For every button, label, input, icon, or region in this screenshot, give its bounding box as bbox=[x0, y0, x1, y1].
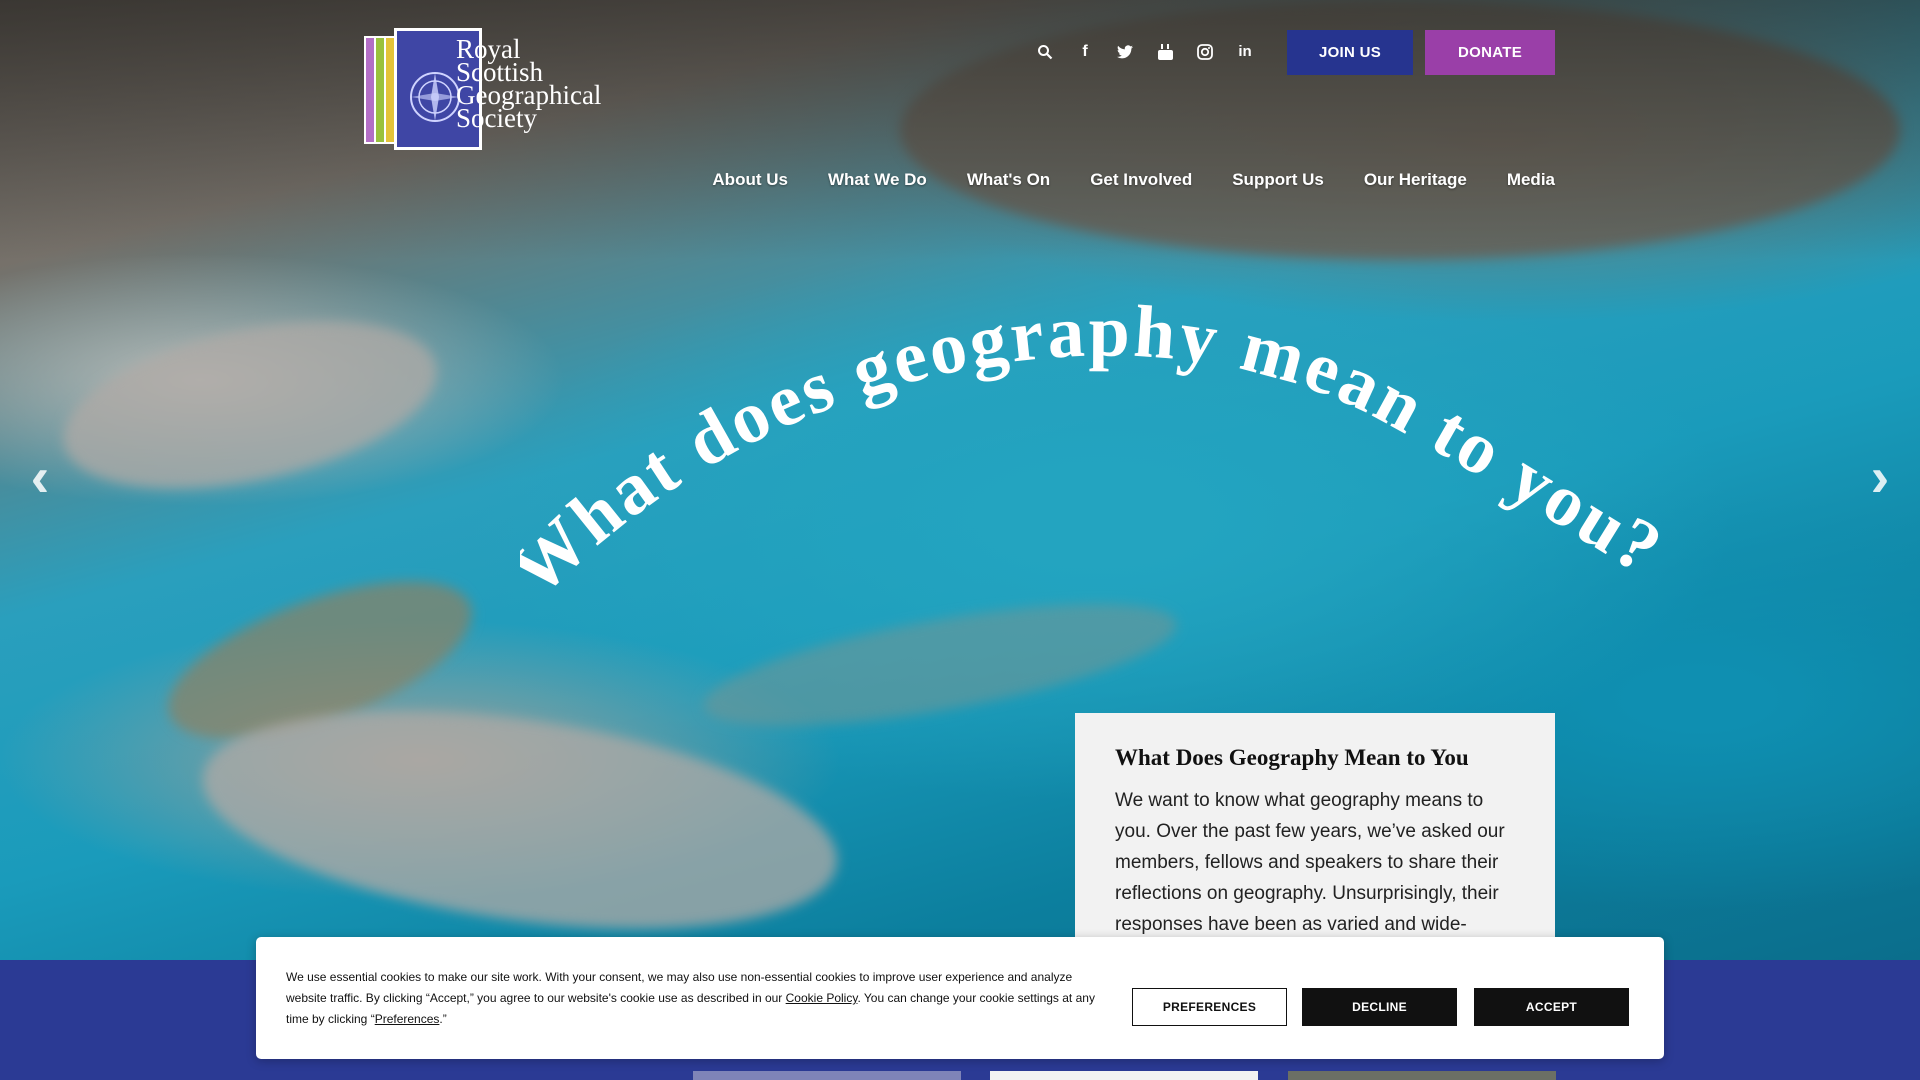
cookie-message: We use essential cookies to make our sit… bbox=[286, 967, 1116, 1030]
nav-our-heritage[interactable]: Our Heritage bbox=[1364, 170, 1467, 190]
cookie-text-end: .” bbox=[439, 1012, 447, 1026]
hero-headline-text: What does geography mean to you? bbox=[520, 300, 1674, 612]
instagram-icon[interactable] bbox=[1194, 40, 1216, 64]
svg-text:What does geography mean to yo: What does geography mean to you? bbox=[520, 300, 1677, 612]
nav-whats-on[interactable]: What's On bbox=[967, 170, 1050, 190]
cookie-banner: We use essential cookies to make our sit… bbox=[256, 937, 1664, 1059]
search-icon[interactable] bbox=[1034, 40, 1056, 64]
hero-headline: What does geography mean to you? bbox=[520, 300, 1677, 612]
nav-support-us[interactable]: Support Us bbox=[1232, 170, 1324, 190]
site-logo[interactable]: Royal Scottish Geographical Society bbox=[364, 28, 634, 152]
cookie-preferences-link[interactable]: Preferences bbox=[375, 1012, 440, 1026]
donate-button[interactable]: DONATE bbox=[1425, 30, 1555, 75]
feature-card-body: We want to know what geography means to … bbox=[1115, 790, 1505, 935]
thumbnail-card-3[interactable] bbox=[1288, 1071, 1556, 1080]
facebook-icon[interactable]: f bbox=[1074, 40, 1096, 64]
cookie-policy-link[interactable]: Cookie Policy bbox=[786, 991, 858, 1005]
carousel-next-icon[interactable]: › bbox=[1860, 449, 1900, 505]
thumbnail-card-1[interactable] bbox=[693, 1071, 961, 1080]
cookie-accept-button[interactable]: ACCEPT bbox=[1474, 988, 1629, 1026]
youtube-icon[interactable] bbox=[1154, 40, 1176, 64]
carousel-prev-icon[interactable]: ‹ bbox=[20, 449, 60, 505]
feature-card[interactable]: What Does Geography Mean to You We want … bbox=[1075, 713, 1555, 960]
nav-media[interactable]: Media bbox=[1507, 170, 1555, 190]
join-us-button[interactable]: JOIN US bbox=[1287, 30, 1413, 75]
main-nav: About Us What We Do What's On Get Involv… bbox=[712, 170, 1555, 190]
nav-about-us[interactable]: About Us bbox=[712, 170, 788, 190]
logo-wordmark: Royal Scottish Geographical Society bbox=[456, 36, 601, 133]
nav-what-we-do[interactable]: What We Do bbox=[828, 170, 927, 190]
cookie-decline-button[interactable]: DECLINE bbox=[1302, 988, 1457, 1026]
nav-get-involved[interactable]: Get Involved bbox=[1090, 170, 1192, 190]
feature-card-title: What Does Geography Mean to You bbox=[1115, 745, 1469, 770]
twitter-icon[interactable] bbox=[1114, 40, 1136, 64]
linkedin-icon[interactable]: in bbox=[1234, 40, 1256, 64]
cookie-preferences-button[interactable]: PREFERENCES bbox=[1132, 988, 1287, 1026]
thumbnail-card-2[interactable] bbox=[990, 1071, 1258, 1080]
logo-line-4: Society bbox=[456, 103, 537, 133]
